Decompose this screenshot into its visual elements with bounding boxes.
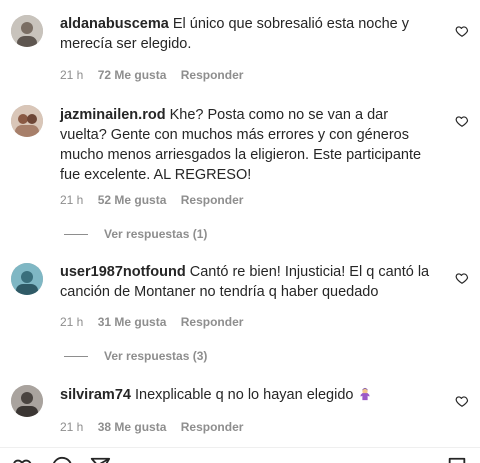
avatar[interactable] xyxy=(11,105,43,137)
view-replies-button[interactable]: Ver respuestas (1) xyxy=(64,227,207,241)
comment-time: 21 h xyxy=(60,68,84,82)
comment-time: 21 h xyxy=(60,420,84,434)
comment-likes[interactable]: 52 Me gusta xyxy=(98,193,167,207)
replies-line xyxy=(64,234,88,236)
like-heart-icon[interactable] xyxy=(455,114,469,128)
comment-meta: 21 h 38 Me gusta Responder xyxy=(60,420,254,434)
comment-body: jazminailen.rod Khe? Posta como no se va… xyxy=(60,105,430,185)
comment-time: 21 h xyxy=(60,193,84,207)
reply-button[interactable]: Responder xyxy=(181,315,244,329)
comment-username[interactable]: silviram74 xyxy=(60,387,131,403)
reply-button[interactable]: Responder xyxy=(181,68,244,82)
reply-button[interactable]: Responder xyxy=(181,193,244,207)
comment-body: user1987notfound Cantó re bien! Injustic… xyxy=(60,262,430,302)
comment-likes[interactable]: 38 Me gusta xyxy=(98,420,167,434)
reply-button[interactable]: Responder xyxy=(181,420,244,434)
shrugging-person-emoji-icon xyxy=(358,387,372,401)
avatar[interactable] xyxy=(11,385,43,417)
view-replies-label: Ver respuestas (1) xyxy=(104,227,208,241)
comment-time: 21 h xyxy=(60,315,84,329)
comment-meta: 21 h 72 Me gusta Responder xyxy=(60,68,254,82)
bookmark-icon[interactable] xyxy=(446,456,468,463)
heart-icon[interactable] xyxy=(12,456,34,463)
like-heart-icon[interactable] xyxy=(455,394,469,408)
divider xyxy=(0,447,480,448)
comment-likes[interactable]: 31 Me gusta xyxy=(98,315,167,329)
avatar[interactable] xyxy=(11,15,43,47)
comment-username[interactable]: jazminailen.rod xyxy=(60,107,166,123)
comment-body: silviram74 Inexplicable q no lo hayan el… xyxy=(60,385,430,405)
comment-likes[interactable]: 72 Me gusta xyxy=(98,68,167,82)
comment-username[interactable]: aldanabuscema xyxy=(60,16,169,32)
like-heart-icon[interactable] xyxy=(455,24,469,38)
comment-meta: 21 h 31 Me gusta Responder xyxy=(60,315,254,329)
share-icon[interactable] xyxy=(89,456,111,463)
comment-icon[interactable] xyxy=(51,456,73,463)
view-replies-label: Ver respuestas (3) xyxy=(104,349,208,363)
avatar[interactable] xyxy=(11,263,43,295)
like-heart-icon[interactable] xyxy=(455,271,469,285)
comment-body: aldanabuscema El único que sobresalió es… xyxy=(60,14,430,54)
post-action-bar xyxy=(0,452,480,463)
replies-line xyxy=(64,356,88,358)
comment-meta: 21 h 52 Me gusta Responder xyxy=(60,193,254,207)
comment-text: Inexplicable q no lo hayan elegido xyxy=(134,387,354,403)
view-replies-button[interactable]: Ver respuestas (3) xyxy=(64,349,207,363)
comment-username[interactable]: user1987notfound xyxy=(60,264,186,280)
